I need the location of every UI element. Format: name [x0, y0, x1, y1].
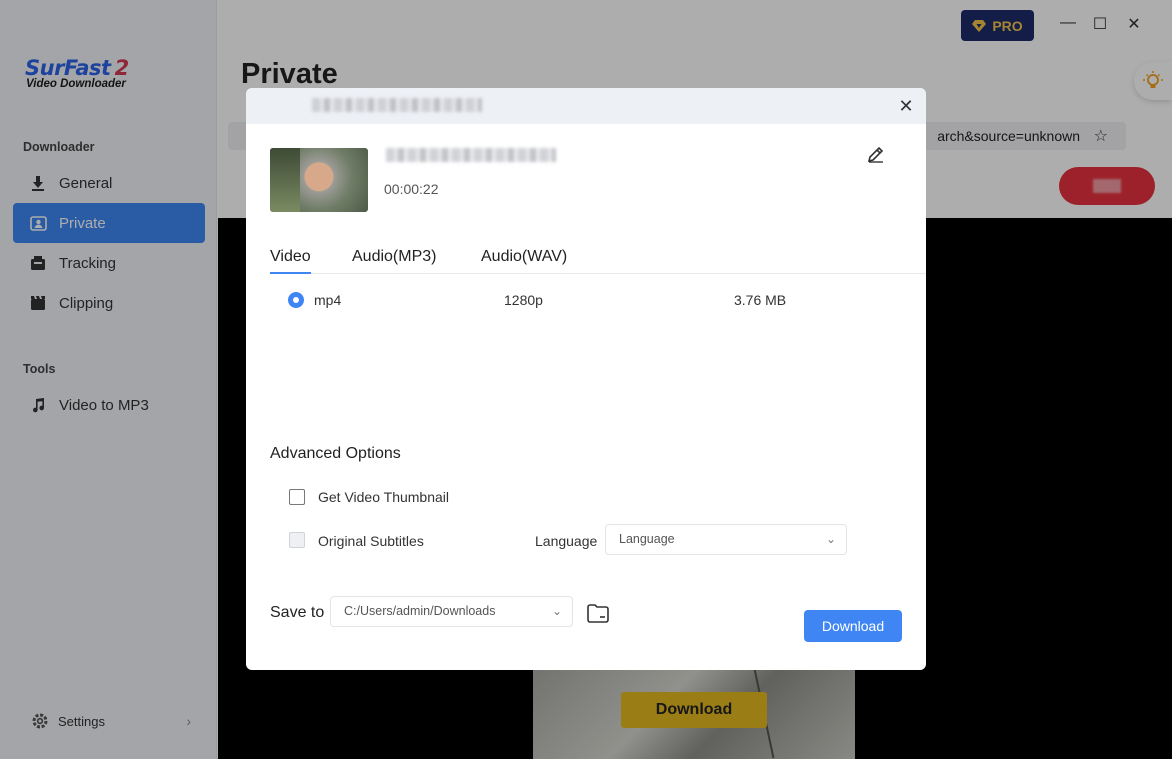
tab-video[interactable]: Video	[270, 248, 311, 274]
language-label: Language	[535, 533, 598, 549]
download-button[interactable]: Download	[804, 610, 902, 642]
save-path-select[interactable]: C:/Users/admin/Downloads ⌄	[330, 596, 573, 627]
thumbnail-checkbox[interactable]	[289, 489, 305, 505]
format-size: 3.76 MB	[734, 292, 787, 308]
tab-audio-wav[interactable]: Audio(WAV)	[481, 248, 567, 272]
tab-audio-mp3[interactable]: Audio(MP3)	[352, 248, 436, 272]
thumbnail-label: Get Video Thumbnail	[318, 489, 450, 505]
language-select-value: Language	[619, 532, 675, 546]
edit-pencil-icon[interactable]	[866, 144, 888, 166]
close-icon[interactable]: ✕	[896, 96, 916, 116]
save-path-value: C:/Users/admin/Downloads	[344, 604, 496, 618]
video-duration: 00:00:22	[384, 181, 439, 197]
subtitles-label: Original Subtitles	[318, 533, 424, 549]
blurred-dialog-title	[312, 98, 482, 112]
format-type: mp4	[314, 292, 342, 308]
dialog-header: ✕	[246, 88, 926, 124]
chevron-down-icon: ⌄	[551, 604, 562, 618]
chevron-down-icon: ⌄	[825, 532, 836, 546]
download-dialog: ✕ 00:00:22 Video Audio(MP3) Audio(WAV) m…	[246, 88, 926, 670]
format-tabs: Video Audio(MP3) Audio(WAV)	[270, 248, 926, 274]
blurred-video-title	[386, 148, 556, 162]
format-row[interactable]: mp4 1280p 3.76 MB	[288, 290, 888, 310]
video-thumbnail	[270, 148, 368, 212]
format-resolution: 1280p	[504, 292, 543, 308]
advanced-options-title: Advanced Options	[270, 445, 401, 462]
folder-icon[interactable]	[586, 602, 610, 624]
language-select[interactable]: Language ⌄	[605, 524, 847, 555]
save-to-label: Save to	[270, 604, 325, 621]
subtitles-checkbox[interactable]	[289, 532, 305, 548]
format-radio[interactable]	[288, 292, 304, 308]
